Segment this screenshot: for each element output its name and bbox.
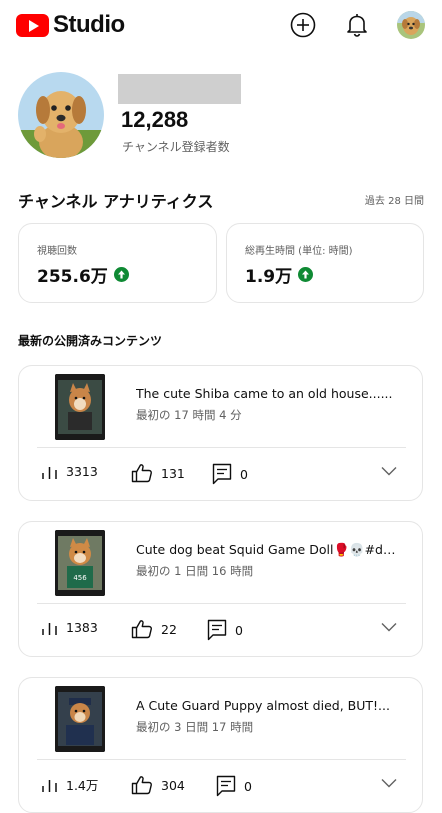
channel-avatar[interactable]	[18, 72, 104, 158]
views-metric: 1.4万	[41, 775, 98, 794]
comments-metric: 0	[207, 619, 243, 641]
stat-value-row: 255.6万	[37, 262, 129, 287]
app-name: Studio	[53, 11, 125, 38]
views-metric: 1383	[41, 619, 98, 636]
subscriber-count: 12,288	[121, 107, 189, 132]
stat-value-row: 1.9万	[245, 262, 314, 287]
youtube-play-icon	[16, 13, 49, 37]
video-card[interactable]: 456 Cute dog beat Squid Game Doll🥊💀#dog …	[18, 521, 423, 657]
stat-value: 255.6万	[37, 267, 108, 287]
watch-time-stat-card[interactable]: 総再生時間 (単位: 時間) 1.9万	[226, 223, 424, 303]
bar-chart-icon	[42, 467, 57, 479]
comments-metric: 0	[216, 775, 252, 797]
youtube-studio-logo[interactable]: Studio	[16, 11, 125, 39]
divider	[37, 603, 406, 604]
svg-text:456: 456	[73, 574, 87, 582]
video-time-window: 最初の 17 時間 4 分	[136, 408, 242, 422]
views-count: 3313	[66, 464, 98, 479]
views-count: 1383	[66, 620, 98, 635]
thumbs-up-icon	[131, 620, 152, 639]
chevron-down-icon[interactable]	[381, 466, 397, 476]
latest-content-title: 最新の公開済みコンテンツ	[18, 334, 163, 348]
video-thumbnail[interactable]: 456	[55, 530, 105, 596]
video-title[interactable]: Cute dog beat Squid Game Doll🥊💀#dog	[136, 542, 398, 558]
channel-name-redacted	[118, 74, 241, 104]
views-count: 1.4万	[66, 778, 99, 793]
comments-metric: 0	[212, 463, 248, 485]
comments-count: 0	[235, 622, 243, 638]
create-icon[interactable]	[290, 12, 316, 38]
views-stat-card[interactable]: 視聴回数 255.6万	[18, 223, 217, 303]
comment-icon	[216, 775, 236, 797]
video-time-window: 最初の 3 日間 17 時間	[136, 720, 254, 734]
likes-count: 131	[161, 465, 185, 481]
bar-chart-icon	[42, 623, 57, 635]
bar-chart-icon	[42, 780, 57, 792]
video-title[interactable]: A Cute Guard Puppy almost died, BUT!...	[136, 698, 398, 713]
app-header: Studio	[0, 0, 442, 50]
views-metric: 3313	[41, 463, 98, 480]
comments-count: 0	[240, 466, 248, 482]
comments-count: 0	[244, 778, 252, 794]
likes-count: 22	[161, 621, 177, 637]
comment-icon	[207, 619, 227, 641]
comment-icon	[212, 463, 232, 485]
trend-up-icon	[298, 267, 314, 282]
subscriber-label: チャンネル登録者数	[122, 140, 230, 154]
video-time-window: 最初の 1 日間 16 時間	[136, 564, 254, 578]
bell-icon[interactable]	[344, 12, 370, 38]
analytics-period: 過去 28 日間	[364, 196, 424, 207]
chevron-down-icon[interactable]	[381, 778, 397, 788]
divider	[37, 447, 406, 448]
likes-metric: 304	[131, 775, 185, 795]
thumbs-up-icon	[131, 464, 152, 483]
video-card[interactable]: The cute Shiba came to an old house.....…	[18, 365, 423, 501]
chevron-down-icon[interactable]	[381, 622, 397, 632]
stat-label: 総再生時間 (単位: 時間)	[245, 246, 353, 257]
analytics-title: チャンネル アナリティクス	[18, 192, 214, 211]
video-title[interactable]: The cute Shiba came to an old house.....…	[136, 386, 398, 401]
stat-label: 視聴回数	[37, 246, 77, 257]
thumbs-up-icon	[131, 776, 152, 795]
video-thumbnail[interactable]	[55, 686, 105, 752]
stat-value: 1.9万	[245, 267, 293, 287]
likes-count: 304	[161, 777, 185, 793]
likes-metric: 22	[131, 619, 177, 639]
video-thumbnail[interactable]	[55, 374, 105, 440]
video-card[interactable]: A Cute Guard Puppy almost died, BUT!... …	[18, 677, 423, 813]
divider	[37, 759, 406, 760]
likes-metric: 131	[131, 463, 185, 483]
account-avatar[interactable]	[397, 11, 425, 39]
trend-up-icon	[113, 267, 129, 282]
